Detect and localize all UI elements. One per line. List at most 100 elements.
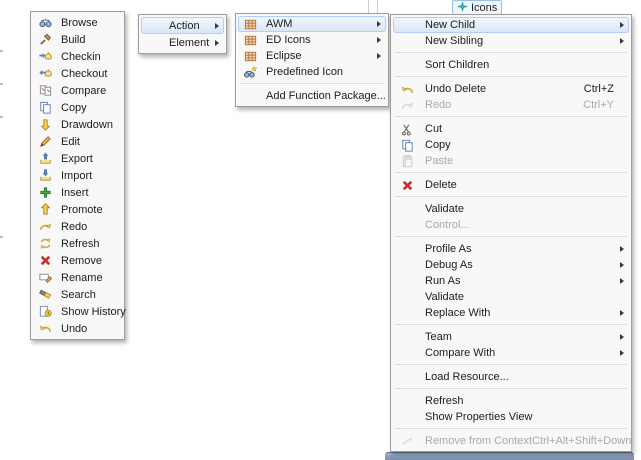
menu-item-label: Validate [425, 203, 464, 215]
menu-item-label: Compare With [425, 347, 495, 359]
menu-item-undo[interactable]: Undo [33, 320, 122, 337]
menu-item-label: Show Properties View [425, 411, 532, 423]
menu-item-load-resource[interactable]: Load Resource... [393, 369, 629, 385]
menu-item-shortcut: Ctrl+Alt+Shift+Down [532, 435, 641, 447]
menu-item-label: Control... [425, 219, 470, 231]
menu-item-ed-icons[interactable]: ED Icons [238, 32, 386, 48]
menu-item-label: Search [61, 289, 96, 301]
menu-item-sort-children[interactable]: Sort Children [393, 57, 629, 73]
menu-item-replace-with[interactable]: Replace With [393, 305, 629, 321]
undo-yellow-icon [34, 321, 56, 336]
menu-item-shortcut: Ctrl+Y [583, 99, 628, 111]
submenu-arrow-icon [620, 38, 624, 44]
menu-item-debug-as[interactable]: Debug As [393, 257, 629, 273]
menu-item-label: Rename [61, 272, 103, 284]
menu-separator [395, 324, 627, 325]
menu-item-profile-as[interactable]: Profile As [393, 241, 629, 257]
submenu-arrow-icon [620, 262, 624, 268]
menu-item-label: Promote [61, 204, 103, 216]
menu-item-new-sibling[interactable]: New Sibling [393, 33, 629, 49]
menu-item-team[interactable]: Team [393, 329, 629, 345]
export-icon [34, 151, 56, 166]
menu-item-refresh[interactable]: Refresh [393, 393, 629, 409]
menu-item-label: Refresh [61, 238, 100, 250]
menu-item-predefined-icon[interactable]: Predefined Icon [238, 64, 386, 80]
menu-item-compare-with[interactable]: Compare With [393, 345, 629, 361]
grid-table-icon [239, 33, 261, 48]
menu-item-paste[interactable]: Paste [393, 153, 629, 169]
hammer-icon [34, 32, 56, 47]
menu-item-label: Remove [61, 255, 102, 267]
compare-icon [34, 83, 56, 98]
menu-item-rename[interactable]: Rename [33, 269, 122, 286]
menu-item-action[interactable]: Action [141, 17, 224, 34]
menu-item-copy[interactable]: Copy [33, 99, 122, 116]
menu-item-label: Export [61, 153, 93, 165]
menu-item-promote[interactable]: Promote [33, 201, 122, 218]
menu-item-import[interactable]: Import [33, 167, 122, 184]
menu-item-redo[interactable]: Redo [33, 218, 122, 235]
menu-item-label: Show History [61, 306, 126, 318]
menu-item-label: Remove from Context [425, 435, 532, 447]
menu-item-show-history[interactable]: Show History [33, 303, 122, 320]
submenu-arrow-icon [377, 37, 381, 43]
menu-separator [395, 52, 627, 53]
menu-item-label: Run As [425, 275, 460, 287]
remove-from-context-icon [394, 434, 420, 449]
menu-item-new-child[interactable]: New Child [393, 17, 629, 33]
menu-separator [395, 196, 627, 197]
menu-item-remove-from-context[interactable]: Remove from ContextCtrl+Alt+Shift+Down [393, 433, 629, 449]
menu-item-checkout[interactable]: Checkout [33, 65, 122, 82]
menu-item-label: Edit [61, 136, 80, 148]
menu-item-edit[interactable]: Edit [33, 133, 122, 150]
menu-item-cut[interactable]: Cut [393, 121, 629, 137]
menu-item-label: Checkout [61, 68, 107, 80]
menu-item-show-properties-view[interactable]: Show Properties View [393, 409, 629, 425]
menu-item-export[interactable]: Export [33, 150, 122, 167]
menu-item-browse[interactable]: Browse [33, 14, 122, 31]
search-flashlight-icon [34, 287, 56, 302]
undo-yellow-icon [394, 82, 420, 97]
grid-table-icon [239, 17, 261, 32]
menu-item-checkin[interactable]: Checkin [33, 48, 122, 65]
redo-gray-icon [394, 98, 420, 113]
menu-item-label: New Sibling [425, 35, 483, 47]
menu-item-delete[interactable]: Delete [393, 177, 629, 193]
menu-item-label: Sort Children [425, 59, 489, 71]
submenu-arrow-icon [620, 246, 624, 252]
menu-item-search[interactable]: Search [33, 286, 122, 303]
menu-separator [395, 76, 627, 77]
menu-item-validate[interactable]: Validate [393, 201, 629, 217]
menu-item-drawdown[interactable]: Drawdown [33, 116, 122, 133]
menu-separator [395, 428, 627, 429]
menu-item-refresh[interactable]: Refresh [33, 235, 122, 252]
menu-item-undo-delete[interactable]: Undo DeleteCtrl+Z [393, 81, 629, 97]
menu-item-copy[interactable]: Copy [393, 137, 629, 153]
menu-item-control[interactable]: Control... [393, 217, 629, 233]
menu-item-build[interactable]: Build [33, 31, 122, 48]
menu-item-element[interactable]: Element [141, 34, 224, 51]
menu-item-redo[interactable]: RedoCtrl+Y [393, 97, 629, 113]
action-submenu: AWMED IconsEclipsePredefined Icon Add Fun… [235, 13, 389, 107]
menu-item-run-as[interactable]: Run As [393, 273, 629, 289]
submenu-arrow-icon [377, 21, 381, 27]
menu-item-validate[interactable]: Validate [393, 289, 629, 305]
menu-item-remove[interactable]: Remove [33, 252, 122, 269]
submenu-arrow-icon [215, 40, 219, 46]
menu-item-insert[interactable]: Insert [33, 184, 122, 201]
menu-item-label: Profile As [425, 243, 471, 255]
menu-item-compare[interactable]: Compare [33, 82, 122, 99]
menu-item-label: Undo [61, 323, 87, 335]
background-tree-mark [0, 116, 3, 118]
menu-item-eclipse[interactable]: Eclipse [238, 48, 386, 64]
tree-node-icons[interactable]: Icons [452, 0, 502, 15]
menu-item-label: Redo [61, 221, 87, 233]
binoculars-star-icon [239, 65, 261, 80]
tree-node-label: Icons [471, 2, 497, 14]
menu-item-label: Action [169, 20, 200, 32]
menu-item-add-function-package[interactable]: Add Function Package... [238, 88, 386, 104]
menu-item-label: Replace With [425, 307, 490, 319]
menu-item-awm[interactable]: AWM [238, 16, 386, 32]
menu-item-label: Insert [61, 187, 89, 199]
menu-item-label: Cut [425, 123, 442, 135]
